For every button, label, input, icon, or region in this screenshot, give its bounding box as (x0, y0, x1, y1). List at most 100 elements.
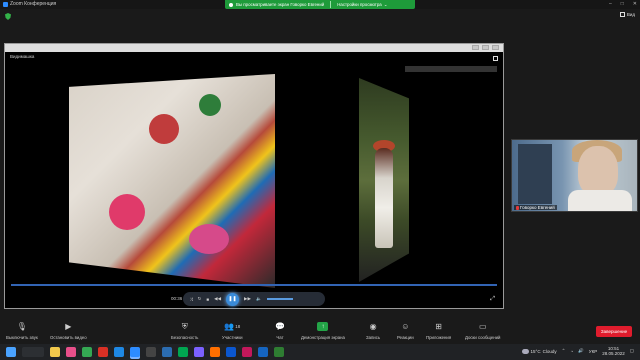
chrome-icon[interactable] (82, 347, 92, 357)
leaf-pattern (199, 94, 221, 116)
windows-start-icon[interactable] (6, 347, 16, 357)
volume-slider[interactable] (266, 298, 293, 300)
mute-label: Выключить звук (6, 335, 38, 340)
mic-icon: 🎙 (16, 322, 27, 331)
girl-figure (375, 148, 393, 248)
participant-video-tile[interactable]: Говорко Евгений (511, 139, 638, 212)
security-label: Безопасность (171, 335, 199, 340)
participant-name: Говорко Евгений (520, 205, 555, 210)
end-meeting-button[interactable]: Завершение (596, 326, 632, 337)
app-icon[interactable] (146, 347, 156, 357)
next-icon[interactable]: ▶▶ (244, 296, 251, 302)
whiteboard-icon: ▭ (478, 322, 487, 331)
reactions-icon: ☺ (401, 322, 410, 331)
share-screen-button[interactable]: ↑ Демонстрация экрана (301, 321, 345, 340)
app-icon[interactable] (66, 347, 76, 357)
close-icon[interactable]: ✕ (633, 0, 637, 9)
cloud-icon (521, 348, 529, 354)
current-time: 00:36 (171, 296, 183, 301)
shuffle-icon[interactable]: ⤨ (189, 297, 193, 302)
fullscreen-icon[interactable]: ⤢ (490, 296, 495, 303)
view-button-label: Вид (626, 12, 635, 17)
app-icon[interactable] (226, 347, 236, 357)
os-taskbar: 15°C Cloudy ⌃ ◔ 🔊 УКР 10:51 28.05.2022 ▢ (0, 344, 640, 360)
minimize-icon[interactable]: – (609, 0, 612, 9)
share-banner: Вы просматриваете экран Говорко Евгений … (225, 0, 415, 9)
player-titlebar (5, 44, 503, 52)
app-icon[interactable] (162, 347, 172, 357)
divider (330, 1, 332, 8)
app-icon[interactable] (194, 347, 204, 357)
zoom-taskbar-icon[interactable] (130, 347, 140, 357)
search-icon[interactable] (22, 347, 44, 357)
stop-video-label: Остановить видео (50, 335, 87, 340)
shield-icon: ⛨ (181, 321, 188, 331)
volume-icon[interactable]: 🔈 (256, 296, 262, 302)
app-icon[interactable] (98, 347, 108, 357)
stop-video-button[interactable]: ▶ Остановить видео (50, 321, 87, 340)
apps-button[interactable]: ⊞ Приложения (426, 321, 451, 340)
record-icon: ◉ (369, 322, 377, 331)
weather-cond: Cloudy (542, 348, 557, 354)
pause-button[interactable]: ❚❚ (226, 292, 240, 306)
security-shield-icon[interactable] (5, 13, 11, 20)
weather-widget[interactable]: 15°C Cloudy (521, 348, 557, 354)
flower-pattern (149, 114, 179, 144)
app-icon[interactable] (274, 347, 284, 357)
background-door (518, 144, 552, 204)
seek-bar[interactable] (11, 284, 497, 286)
reactions-button[interactable]: ☺ Реакции (397, 321, 414, 340)
participants-button[interactable]: 👥 18 Участники (222, 321, 243, 340)
mic-muted-icon (516, 205, 519, 210)
clock[interactable]: 10:51 28.05.2022 (602, 346, 625, 356)
participant-shirt (568, 190, 632, 211)
app-icon[interactable] (258, 347, 268, 357)
taskbar-icons (6, 347, 284, 357)
view-button[interactable]: Вид (619, 12, 635, 17)
share-banner-text: Вы просматриваете экран Говорко Евгений (236, 2, 325, 7)
embroidery-photo (69, 74, 275, 288)
player-controls: 00:36 ⤨ ↻ ■ ◀◀ ❚❚ ▶▶ 🔈 (171, 292, 325, 306)
participants-count: 18 (235, 324, 241, 329)
record-label: Запись (366, 335, 381, 340)
app-icon[interactable] (210, 347, 220, 357)
clock-date: 28.05.2022 (602, 351, 625, 356)
app-icon[interactable] (178, 347, 188, 357)
player-close-icon (492, 45, 499, 50)
chevron-down-icon[interactable]: ⌄ (384, 2, 388, 8)
whiteboard-button[interactable]: ▭ Доски сообщений (465, 321, 500, 340)
apps-label: Приложения (426, 335, 452, 340)
flower-pattern (109, 194, 145, 230)
edge-icon[interactable] (114, 347, 124, 357)
maximize-icon[interactable]: □ (621, 0, 624, 9)
shared-player-window: Видимашка 00:36 ⤨ ↻ ■ ◀◀ ❚❚ ▶▶ 🔈 ⤢ (4, 43, 504, 309)
participant-face (578, 146, 618, 196)
chat-label: Чат (276, 335, 284, 340)
file-explorer-icon[interactable] (50, 347, 60, 357)
window-title: Zoom Конференция (10, 1, 57, 7)
notification-icon[interactable]: ▢ (630, 348, 634, 354)
player-window-controls (472, 45, 499, 50)
security-button[interactable]: ⛨ Безопасность (171, 321, 199, 341)
language-indicator[interactable]: УКР (589, 349, 597, 354)
volume-tray-icon[interactable]: 🔊 (578, 348, 584, 354)
stop-icon[interactable]: ■ (206, 297, 209, 302)
chat-button[interactable]: 💬 Чат (275, 321, 285, 340)
chat-icon: 💬 (275, 322, 285, 331)
window-controls: – □ ✕ (609, 0, 637, 9)
apps-icon: ⊞ (435, 322, 442, 331)
player-title: Видимашка (10, 54, 35, 59)
mute-button[interactable]: 🎙 Выключить звук (6, 321, 38, 340)
repeat-icon[interactable]: ↻ (198, 296, 202, 302)
view-settings-button[interactable]: Настройки просмотра (337, 2, 381, 7)
app-icon[interactable] (242, 347, 252, 357)
camera-icon: ▶ (65, 322, 72, 331)
previous-icon[interactable]: ◀◀ (214, 296, 221, 302)
network-icon[interactable]: ◔ (570, 349, 573, 354)
participant-name-tag: Говорко Евгений (514, 205, 557, 210)
record-button[interactable]: ◉ Запись (366, 321, 380, 340)
whiteboard-label: Доски сообщений (465, 335, 501, 340)
flower-pattern (189, 224, 229, 254)
chevron-up-icon[interactable]: ⌃ (562, 348, 566, 354)
weather-temp: 15°C (530, 348, 541, 354)
